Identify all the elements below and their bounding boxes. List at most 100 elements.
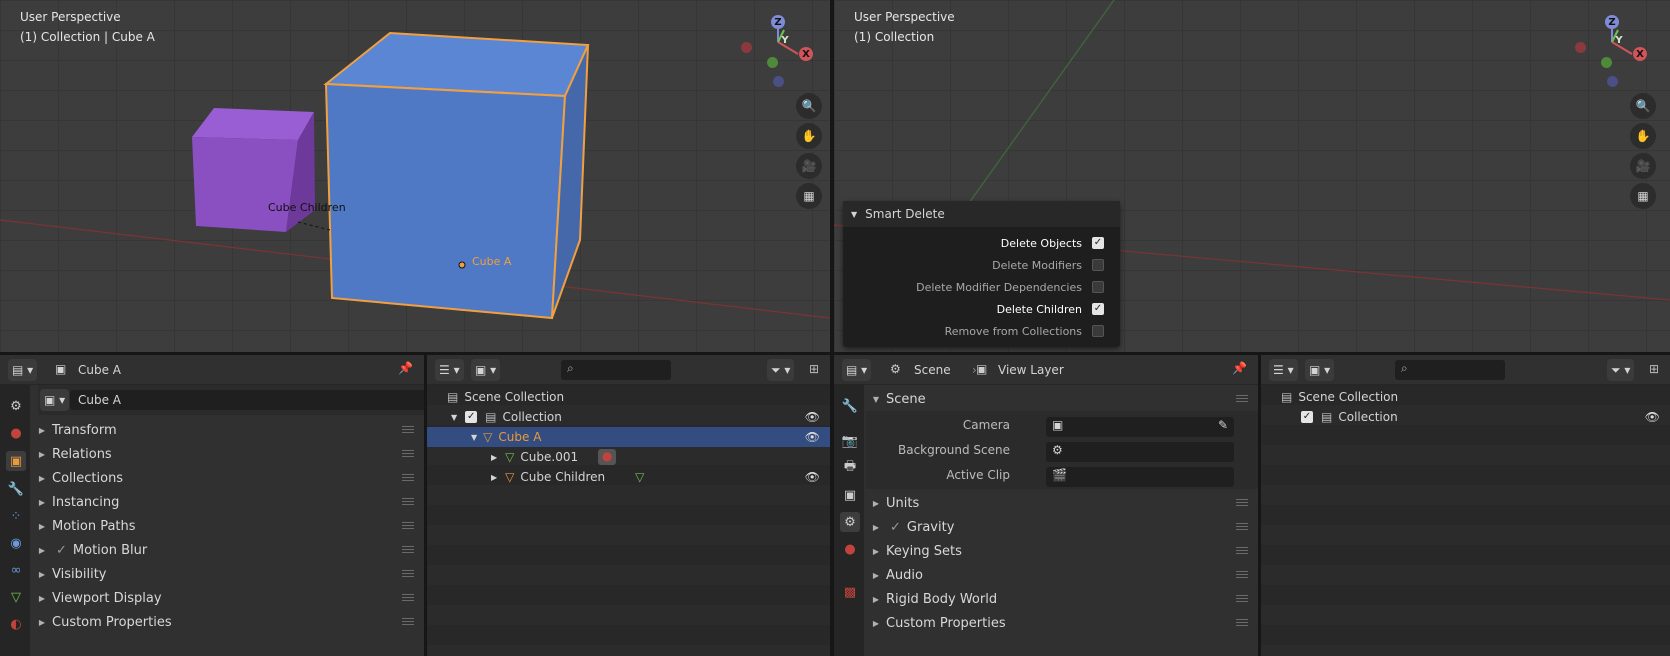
units-section[interactable]: ▶ Units <box>866 491 1258 515</box>
editor-type-dropdown[interactable]: ▤ ▾ <box>842 359 872 381</box>
z-axis-icon[interactable]: Z <box>1605 15 1619 29</box>
gravity-section[interactable]: ▶ ✓ Gravity <box>866 515 1258 539</box>
navigation-gizmo[interactable]: Z Y X <box>740 12 813 92</box>
scene-tab-icon[interactable]: ⚙ <box>6 396 26 416</box>
x-axis-icon[interactable]: X <box>1633 47 1647 61</box>
instancing-section[interactable]: ▶ Instancing <box>32 490 424 514</box>
world-tab-icon[interactable]: ● <box>6 423 26 443</box>
motion-paths-section[interactable]: ▶ Motion Paths <box>32 514 424 538</box>
neg-z-axis-icon[interactable] <box>773 76 784 87</box>
grid-icon[interactable]: ▦ <box>1630 183 1656 209</box>
object-type-dropdown[interactable]: ▣ ▾ <box>40 389 70 411</box>
constraints-tab-icon[interactable]: ∞ <box>6 560 26 580</box>
audio-section[interactable]: ▶ Audio <box>866 563 1258 587</box>
outliner-editor-type-dropdown[interactable]: ☰ ▾ <box>1269 359 1298 381</box>
particles-tab-icon[interactable]: ⁘ <box>6 506 26 526</box>
y-axis-icon[interactable]: Y <box>778 33 792 47</box>
delete-objects-checkbox[interactable]: ✓ <box>1092 237 1104 249</box>
display-mode-dropdown[interactable]: ▣ ▾ <box>471 359 501 381</box>
delete-modifier-dependencies-label: Delete Modifier Dependencies <box>916 280 1082 294</box>
remove-from-collections-checkbox[interactable] <box>1092 325 1104 337</box>
data-tab-icon[interactable]: ▽ <box>6 587 26 607</box>
display-mode-dropdown[interactable]: ▣ ▾ <box>1305 359 1335 381</box>
material-tab-icon[interactable]: ◐ <box>6 614 26 634</box>
eye-icon[interactable]: 👁 <box>1645 410 1660 424</box>
tool-tab-icon[interactable]: 🔧 <box>840 396 860 416</box>
collection-row[interactable]: ▼ ✓ ▤ Collection 👁 <box>427 407 830 427</box>
scene-collection-row[interactable]: ▤ Scene Collection <box>1261 387 1670 407</box>
neg-y-axis-icon[interactable] <box>1601 57 1612 68</box>
zoom-icon[interactable]: 🔍 <box>796 93 822 119</box>
viewport-scene <box>0 31 830 320</box>
scene-panel-header[interactable]: ▼ Scene <box>866 387 1258 411</box>
delete-children-checkbox[interactable]: ✓ <box>1092 303 1104 315</box>
texture-tab-icon[interactable]: ▩ <box>840 582 860 602</box>
navigation-gizmo[interactable]: Z Y X <box>1574 12 1647 92</box>
pin-icon[interactable]: 📌 <box>1232 361 1247 375</box>
camera-icon[interactable]: 🎥 <box>796 153 822 179</box>
rigid-body-world-section[interactable]: ▶ Rigid Body World <box>866 587 1258 611</box>
zoom-icon[interactable]: 🔍 <box>1630 93 1656 119</box>
custom-properties-section[interactable]: ▶ Custom Properties <box>32 610 424 634</box>
eyedropper-icon: ✎ <box>1217 418 1228 432</box>
object-name-field[interactable]: Cube A <box>70 390 424 410</box>
collection-row[interactable]: ✓ ▤ Collection 👁 <box>1261 407 1670 427</box>
editor-type-dropdown[interactable]: ▤ ▾ <box>8 359 38 381</box>
camera-icon[interactable]: 🎥 <box>1630 153 1656 179</box>
cube-children-row[interactable]: ▶ ▽ Cube Children ▽ 👁 <box>427 467 830 487</box>
object-tab-icon[interactable]: ▣ <box>6 451 26 471</box>
viewport-display-section[interactable]: ▶ Viewport Display <box>32 586 424 610</box>
cube001-row[interactable]: ▶ ▽ Cube.001 ● <box>427 447 830 467</box>
outliner-search-input[interactable]: ⌕ <box>1395 360 1505 380</box>
new-collection-icon[interactable]: ⊞ <box>1649 362 1659 376</box>
new-collection-icon[interactable]: ⊞ <box>809 362 819 376</box>
output-tab-icon[interactable]: 🖶 <box>840 458 860 478</box>
x-axis-icon[interactable]: X <box>799 47 813 61</box>
mesh-object-icon: ▽ <box>483 430 493 444</box>
camera-field[interactable]: ▣ ✎ <box>1046 417 1234 437</box>
grid-icon[interactable]: ▦ <box>796 183 822 209</box>
background-scene-field[interactable]: ⚙ <box>1046 442 1234 462</box>
cube-a-row[interactable]: ▼ ▽ Cube A 👁 <box>427 427 830 447</box>
modifier-tab-icon[interactable]: 🔧 <box>6 479 26 499</box>
collection-icon: ▤ <box>1321 410 1333 424</box>
scene-tab-icon[interactable]: ⚙ <box>840 512 860 532</box>
y-axis-icon[interactable]: Y <box>1612 33 1626 47</box>
filter-dropdown[interactable]: ⏷ ▾ <box>767 359 795 381</box>
neg-y-axis-icon[interactable] <box>767 57 778 68</box>
collections-section[interactable]: ▶ Collections <box>32 466 424 490</box>
physics-tab-icon[interactable]: ◉ <box>6 533 26 553</box>
motion-blur-section[interactable]: ▶ ✓ Motion Blur <box>32 538 424 562</box>
view-layer-tab-icon[interactable]: ▣ <box>840 485 860 505</box>
eye-icon[interactable]: 👁 <box>805 470 820 484</box>
relations-section[interactable]: ▶ Relations <box>32 442 424 466</box>
keying-sets-section[interactable]: ▶ Keying Sets <box>866 539 1258 563</box>
z-axis-icon[interactable]: Z <box>771 15 785 29</box>
delete-modifier-dependencies-checkbox[interactable] <box>1092 281 1104 293</box>
scene-collection-row[interactable]: ▤ Scene Collection <box>427 387 830 407</box>
world-tab-icon[interactable]: ● <box>840 539 860 559</box>
hand-pan-icon[interactable]: ✋ <box>1630 123 1656 149</box>
neg-x-axis-icon[interactable] <box>741 42 752 53</box>
active-clip-field[interactable]: 🎬 <box>1046 467 1234 487</box>
custom-properties-section[interactable]: ▶ Custom Properties <box>866 611 1258 635</box>
neg-x-axis-icon[interactable] <box>1575 42 1586 53</box>
left-3d-viewport[interactable]: User Perspective (1) Collection | Cube A… <box>0 0 830 352</box>
object-sections: ▶ Transform ▶ Relations ▶ Collections ▶ Inst… <box>32 415 424 656</box>
visibility-section[interactable]: ▶ Visibility <box>32 562 424 586</box>
collection-checkbox[interactable]: ✓ <box>465 411 478 423</box>
right-3d-viewport[interactable]: User Perspective (1) Collection Z Y X 🔍 … <box>834 0 1670 352</box>
outliner-search-input[interactable]: ⌕ <box>561 360 671 380</box>
neg-z-axis-icon[interactable] <box>1607 76 1618 87</box>
outliner-editor-type-dropdown[interactable]: ☰ ▾ <box>435 359 464 381</box>
eye-icon[interactable]: 👁 <box>805 430 820 444</box>
hand-pan-icon[interactable]: ✋ <box>796 123 822 149</box>
smart-delete-header[interactable]: ▼ Smart Delete <box>843 201 1120 227</box>
pin-icon[interactable]: 📌 <box>398 361 413 375</box>
transform-section[interactable]: ▶ Transform <box>32 418 424 442</box>
collection-checkbox[interactable]: ✓ <box>1301 411 1313 423</box>
render-tab-icon[interactable]: 📷 <box>840 431 860 451</box>
eye-icon[interactable]: 👁 <box>805 410 820 424</box>
delete-modifiers-checkbox[interactable] <box>1092 259 1104 271</box>
filter-dropdown[interactable]: ⏷ ▾ <box>1607 359 1635 381</box>
